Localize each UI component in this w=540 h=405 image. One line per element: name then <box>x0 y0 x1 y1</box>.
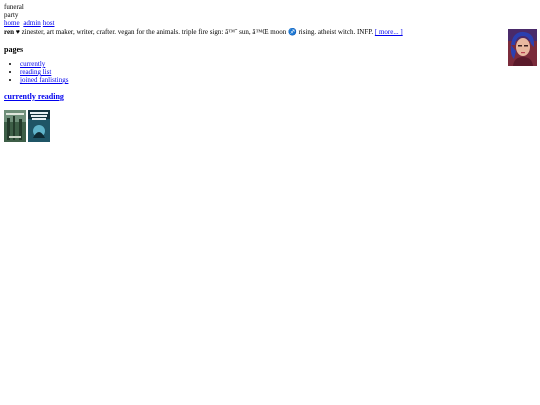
more-link[interactable]: [ more... ] <box>375 28 403 36</box>
site-nav: home admin host <box>4 19 56 27</box>
list-item: reading list <box>20 68 68 76</box>
book-cover[interactable] <box>28 110 50 142</box>
site-title-line2: party <box>4 11 19 19</box>
avatar[interactable] <box>508 29 537 66</box>
page-link-reading-list[interactable]: reading list <box>20 68 51 76</box>
nav-link-home[interactable]: home <box>4 19 20 27</box>
page-link-currently[interactable]: currently <box>20 60 45 68</box>
avatar-image <box>508 29 537 66</box>
nav-link-admin[interactable]: admin <box>23 19 41 27</box>
site-header: funeral party home admin host <box>4 3 56 27</box>
author-name: ren <box>4 28 14 36</box>
about-text: ren ♥ zinester, art maker, writer, craft… <box>4 28 499 36</box>
author-bio: zinester, art maker, writer, crafter. ve… <box>19 28 375 36</box>
book-cover[interactable] <box>4 110 26 142</box>
nav-link-host[interactable]: host <box>43 19 55 27</box>
book-cover-image <box>28 110 50 142</box>
currently-reading-heading: currently reading <box>4 92 64 101</box>
currently-reading-link[interactable]: currently reading <box>4 92 64 101</box>
list-item: joined fanlistings <box>20 76 68 84</box>
pages-list: currently reading list joined fanlisting… <box>4 60 68 84</box>
site-title-line1: funeral <box>4 3 24 11</box>
page-link-joined-fanlistings[interactable]: joined fanlistings <box>20 76 68 84</box>
book-cover-image <box>4 110 26 142</box>
list-item: currently <box>20 60 68 68</box>
pages-heading: pages <box>4 45 24 54</box>
